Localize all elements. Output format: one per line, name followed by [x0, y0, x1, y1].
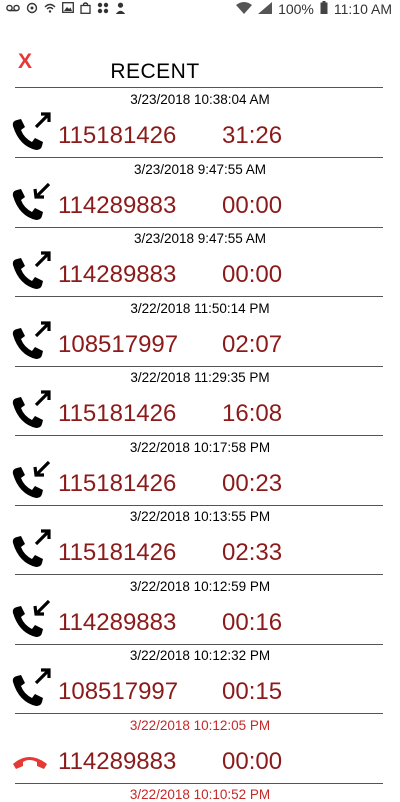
outgoing-call-icon [9, 112, 53, 156]
call-date: 3/23/2018 10:38:04 AM [130, 92, 270, 107]
phone-number: 115181426 [58, 400, 177, 427]
call-duration: 16:08 [222, 400, 283, 427]
call-row[interactable]: 115181426 31:26 [0, 112, 400, 152]
call-row[interactable]: 114289883 00:00 [0, 251, 400, 291]
battery-percent: 100% [278, 1, 314, 17]
clock: 11:10 AM [333, 1, 392, 17]
phone-number: 114289883 [58, 191, 177, 219]
row-divider [15, 782, 383, 784]
call-date: 3/22/2018 10:12:05 PM [129, 717, 271, 733]
call-duration: 00:00 [222, 191, 283, 219]
phone-number: 115181426 [58, 469, 177, 497]
call-date: 3/22/2018 10:12:59 PM [129, 578, 271, 594]
phone-number: 115181426 [58, 122, 177, 149]
outgoing-call-icon [9, 529, 53, 573]
wifi-icon [236, 1, 253, 17]
battery-icon [320, 1, 328, 17]
call-duration: 31:26 [222, 122, 283, 149]
image-icon [62, 2, 74, 16]
page-title: RECENT [110, 60, 200, 83]
call-duration: 00:23 [222, 469, 283, 497]
call-duration: 00:00 [222, 747, 283, 775]
phone-number: 108517997 [58, 678, 179, 705]
phone-number: 114289883 [58, 747, 177, 775]
sync-icon [26, 2, 38, 17]
call-duration: 00:15 [222, 678, 283, 705]
call-duration: 02:33 [222, 539, 283, 566]
row-divider [15, 435, 383, 436]
call-duration: 00:00 [222, 261, 283, 288]
call-row[interactable]: 115181426 02:33 [0, 529, 400, 569]
call-row[interactable]: 108517997 02:07 [0, 320, 400, 361]
apps-icon [97, 2, 109, 17]
wifi-calling-icon [44, 2, 56, 17]
phone-number: 114289883 [58, 261, 177, 288]
outgoing-call-icon [9, 668, 53, 712]
row-divider [15, 157, 383, 158]
phone-number: 115181426 [58, 539, 177, 566]
incoming-call-icon [9, 460, 53, 504]
row-divider [15, 296, 383, 297]
row-divider [15, 574, 383, 575]
shopping-bag-icon [80, 1, 91, 17]
call-duration: 02:07 [222, 330, 283, 358]
call-date: 3/22/2018 10:12:32 PM [129, 648, 271, 663]
signal-icon [258, 1, 273, 17]
status-bar: 100% 11:10 AM [0, 0, 400, 18]
person-icon [115, 2, 126, 17]
row-divider [15, 226, 383, 228]
call-row[interactable]: 114289883 00:00 [0, 738, 400, 778]
incoming-call-icon [9, 599, 53, 643]
header-divider [15, 87, 383, 88]
missed-call-icon [9, 738, 53, 782]
call-date: 3/23/2018 9:47:55 AM [133, 231, 267, 246]
call-row[interactable]: 115181426 00:23 [0, 460, 400, 500]
status-icons-left [0, 1, 126, 17]
row-divider [15, 504, 383, 506]
row-divider [15, 713, 383, 714]
call-date: 3/22/2018 11:29:35 PM [130, 370, 270, 385]
outgoing-call-icon [9, 251, 53, 295]
call-date: 3/22/2018 10:13:55 PM [129, 509, 271, 524]
incoming-call-icon [9, 182, 53, 226]
outgoing-call-icon [9, 390, 53, 434]
status-icons-right: 100% 11:10 AM [236, 1, 400, 17]
call-duration: 00:16 [222, 608, 283, 636]
row-divider [15, 643, 383, 645]
call-date: 3/23/2018 9:47:55 AM [133, 161, 267, 177]
voicemail-icon [6, 3, 20, 16]
call-row[interactable]: 115181426 16:08 [0, 390, 400, 430]
call-date: 3/22/2018 10:17:58 PM [129, 439, 271, 455]
outgoing-call-icon [9, 320, 53, 365]
call-date: 3/22/2018 11:50:14 PM [130, 300, 270, 316]
call-row[interactable]: 114289883 00:00 [0, 182, 400, 222]
call-row[interactable]: 114289883 00:16 [0, 599, 400, 639]
phone-number: 114289883 [58, 608, 177, 636]
phone-number: 108517997 [58, 330, 179, 358]
row-divider [15, 365, 383, 367]
call-row[interactable]: 108517997 00:15 [0, 668, 400, 708]
